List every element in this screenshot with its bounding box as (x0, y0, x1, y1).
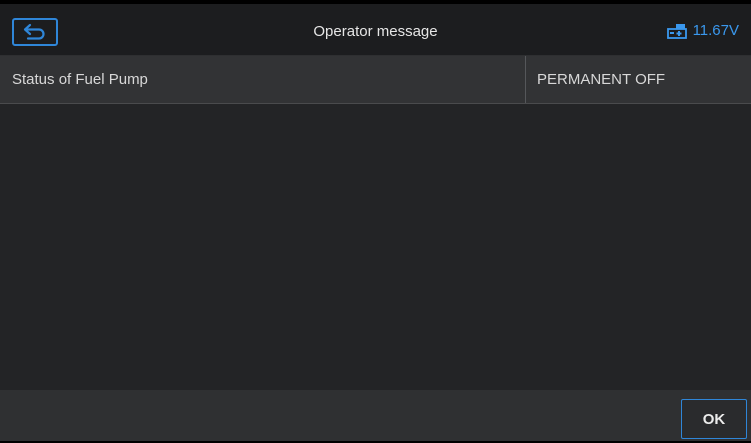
footer-bar: OK (0, 390, 751, 441)
voltage-value: 11.67V (692, 22, 739, 39)
ok-button[interactable]: OK (681, 399, 747, 439)
header-bar: Operator message 11.67V (0, 4, 751, 56)
operator-message-screen: Operator message 11.67V Status of Fuel P… (0, 0, 751, 443)
parameter-value: PERMANENT OFF (537, 71, 666, 88)
vehicle-battery-icon (666, 23, 687, 39)
voltage-indicator: 11.67V (666, 22, 739, 39)
page-title: Operator message (313, 23, 438, 40)
table-row: Status of Fuel Pump PERMANENT OFF (0, 56, 751, 104)
message-content-area (0, 104, 751, 390)
parameter-name: Status of Fuel Pump (0, 56, 526, 103)
